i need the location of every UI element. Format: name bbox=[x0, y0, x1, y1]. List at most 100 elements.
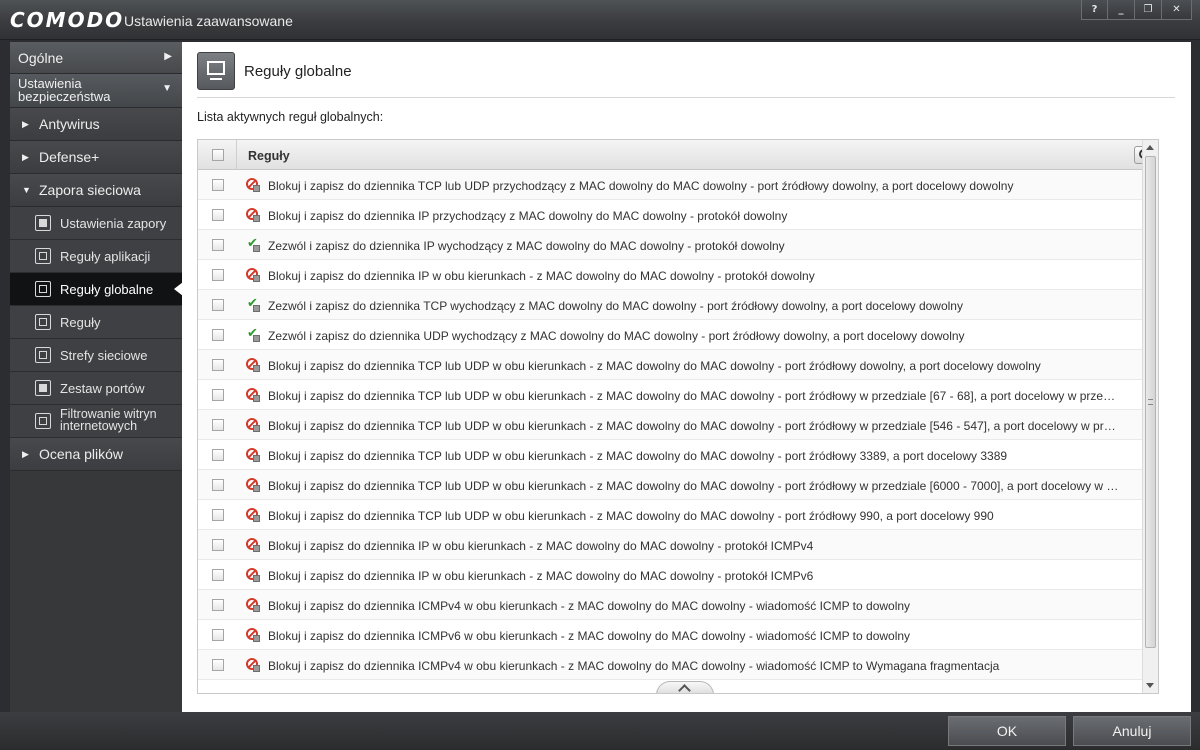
row-checkbox[interactable] bbox=[212, 329, 224, 341]
table-row[interactable]: ✔ Zezwól i zapisz do dziennika UDP wychod… bbox=[198, 320, 1158, 350]
row-checkbox[interactable] bbox=[212, 239, 224, 251]
nav-security-settings[interactable]: Ustawienia bezpieczeństwa ▼ bbox=[10, 74, 182, 108]
table-row[interactable]: Blokuj i zapisz do dziennika TCP lub UDP… bbox=[198, 500, 1158, 530]
sidebar-item-app-rules[interactable]: Reguły aplikacji bbox=[10, 240, 182, 273]
expand-arrow-icon: ▶ bbox=[22, 449, 29, 459]
minimize-button[interactable]: _ bbox=[1108, 0, 1135, 20]
column-separator bbox=[236, 140, 237, 170]
table-row[interactable]: Blokuj i zapisz do dziennika TCP lub UDP… bbox=[198, 170, 1158, 200]
row-checkbox[interactable] bbox=[212, 389, 224, 401]
table-row[interactable]: ✔ Zezwól i zapisz do dziennika IP wychodz… bbox=[198, 230, 1158, 260]
sidebar-item-rules[interactable]: Reguły bbox=[10, 306, 182, 339]
table-row[interactable]: Blokuj i zapisz do dziennika ICMPv4 w ob… bbox=[198, 650, 1158, 680]
row-checkbox[interactable] bbox=[212, 629, 224, 641]
row-checkbox[interactable] bbox=[212, 359, 224, 371]
scroll-down-icon[interactable] bbox=[1146, 683, 1154, 688]
table-row[interactable]: Blokuj i zapisz do dziennika TCP lub UDP… bbox=[198, 410, 1158, 440]
row-checkbox[interactable] bbox=[212, 479, 224, 491]
block-icon bbox=[246, 478, 260, 492]
nav-antivirus-label: Antywirus bbox=[39, 116, 100, 132]
nav-general-label: Ogólne bbox=[18, 50, 64, 66]
rule-text: Blokuj i zapisz do dziennika TCP lub UDP… bbox=[268, 359, 1041, 373]
scroll-thumb[interactable] bbox=[1145, 156, 1156, 648]
port-sets-icon bbox=[35, 380, 51, 396]
nav-general[interactable]: Ogólne ▶ bbox=[10, 42, 182, 74]
table-row[interactable]: Blokuj i zapisz do dziennika IP w obu ki… bbox=[198, 560, 1158, 590]
block-icon bbox=[246, 418, 260, 432]
table-row[interactable]: Blokuj i zapisz do dziennika IP w obu ki… bbox=[198, 530, 1158, 560]
window-title: Ustawienia zaawansowane bbox=[124, 13, 293, 29]
table-row[interactable]: Blokuj i zapisz do dziennika TCP lub UDP… bbox=[198, 380, 1158, 410]
collapse-toggle[interactable] bbox=[656, 681, 714, 693]
close-button[interactable]: ✕ bbox=[1162, 0, 1192, 20]
table-row[interactable]: ✔ Zezwól i zapisz do dziennika TCP wychod… bbox=[198, 290, 1158, 320]
row-checkbox[interactable] bbox=[212, 419, 224, 431]
rule-text: Blokuj i zapisz do dziennika TCP lub UDP… bbox=[268, 419, 1120, 433]
rule-text: Blokuj i zapisz do dziennika IP w obu ki… bbox=[268, 269, 815, 283]
scroll-up-icon[interactable] bbox=[1146, 145, 1154, 150]
sidebar-item-web-filtering[interactable]: Filtrowanie witryn internetowych bbox=[10, 405, 182, 438]
sidebar-item-label: Reguły globalne bbox=[60, 282, 154, 297]
rules-table: Reguły Blokuj i zapisz do dziennika TCP … bbox=[197, 139, 1159, 694]
nav-antivirus[interactable]: ▶ Antywirus bbox=[10, 108, 182, 141]
row-checkbox[interactable] bbox=[212, 449, 224, 461]
sidebar-item-global-rules[interactable]: Reguły globalne bbox=[10, 273, 183, 306]
help-button[interactable]: ? bbox=[1081, 0, 1108, 20]
web-filter-label-line2: internetowych bbox=[60, 419, 138, 433]
cancel-button[interactable]: Anuluj bbox=[1073, 716, 1191, 746]
table-row[interactable]: Blokuj i zapisz do dziennika IP w obu ki… bbox=[198, 260, 1158, 290]
rule-text: Blokuj i zapisz do dziennika TCP lub UDP… bbox=[268, 479, 1120, 493]
row-checkbox[interactable] bbox=[212, 569, 224, 581]
table-row[interactable]: Blokuj i zapisz do dziennika TCP lub UDP… bbox=[198, 470, 1158, 500]
table-row[interactable]: Blokuj i zapisz do dziennika TCP lub UDP… bbox=[198, 350, 1158, 380]
app-rules-icon bbox=[35, 248, 51, 264]
block-icon bbox=[246, 568, 260, 582]
sidebar-item-label: Strefy sieciowe bbox=[60, 348, 148, 363]
row-checkbox[interactable] bbox=[212, 209, 224, 221]
collapse-arrow-icon: ▼ bbox=[22, 185, 31, 195]
sidebar: Ogólne ▶ Ustawienia bezpieczeństwa ▼ ▶ A… bbox=[10, 42, 183, 712]
rule-text: Zezwól i zapisz do dziennika IP wychodzą… bbox=[268, 239, 785, 253]
nav-defense[interactable]: ▶ Defense+ bbox=[10, 141, 182, 174]
block-icon bbox=[246, 598, 260, 612]
column-header-rules[interactable]: Reguły bbox=[248, 149, 290, 163]
nav-security-label-line2: bezpieczeństwa bbox=[18, 89, 111, 104]
table-row[interactable]: Blokuj i zapisz do dziennika ICMPv6 w ob… bbox=[198, 620, 1158, 650]
row-checkbox[interactable] bbox=[212, 599, 224, 611]
block-icon bbox=[246, 538, 260, 552]
nav-file-rating[interactable]: ▶ Ocena plików bbox=[10, 438, 182, 471]
sidebar-item-label: Reguły aplikacji bbox=[60, 249, 151, 264]
arrow-down-icon: ▼ bbox=[162, 83, 172, 94]
sidebar-item-port-sets[interactable]: Zestaw portów bbox=[10, 372, 182, 405]
nav-firewall[interactable]: ▼ Zapora sieciowa bbox=[10, 174, 182, 207]
rule-text: Blokuj i zapisz do dziennika IP przychod… bbox=[268, 209, 788, 223]
ok-button[interactable]: OK bbox=[948, 716, 1066, 746]
row-checkbox[interactable] bbox=[212, 509, 224, 521]
row-checkbox[interactable] bbox=[212, 659, 224, 671]
sidebar-item-network-zones[interactable]: Strefy sieciowe bbox=[10, 339, 182, 372]
table-row[interactable]: Blokuj i zapisz do dziennika ICMPv4 w ob… bbox=[198, 590, 1158, 620]
restore-button[interactable]: ❐ bbox=[1135, 0, 1162, 20]
allow-icon: ✔ bbox=[246, 297, 260, 312]
table-row[interactable]: Blokuj i zapisz do dziennika TCP lub UDP… bbox=[198, 440, 1158, 470]
vertical-scrollbar[interactable] bbox=[1142, 140, 1158, 693]
sidebar-item-firewall-settings[interactable]: Ustawienia zapory bbox=[10, 207, 182, 240]
row-checkbox[interactable] bbox=[212, 539, 224, 551]
select-all-checkbox[interactable] bbox=[212, 149, 224, 161]
block-icon bbox=[246, 628, 260, 642]
row-checkbox[interactable] bbox=[212, 299, 224, 311]
row-checkbox[interactable] bbox=[212, 269, 224, 281]
allow-icon: ✔ bbox=[246, 237, 260, 252]
rule-text: Blokuj i zapisz do dziennika IP w obu ki… bbox=[268, 539, 814, 553]
web-filtering-icon bbox=[35, 413, 51, 429]
nav-defense-label: Defense+ bbox=[39, 149, 100, 165]
rule-text: Zezwól i zapisz do dziennika UDP wychodz… bbox=[268, 329, 965, 343]
firewall-settings-icon bbox=[35, 215, 51, 231]
expand-arrow-icon: ▶ bbox=[22, 152, 29, 162]
table-row[interactable]: Blokuj i zapisz do dziennika IP przychod… bbox=[198, 200, 1158, 230]
sidebar-item-label: Ustawienia zapory bbox=[60, 216, 167, 231]
table-body: Blokuj i zapisz do dziennika TCP lub UDP… bbox=[198, 170, 1158, 680]
page-title: Reguły globalne bbox=[244, 63, 352, 80]
row-checkbox[interactable] bbox=[212, 179, 224, 191]
block-icon bbox=[246, 208, 260, 222]
